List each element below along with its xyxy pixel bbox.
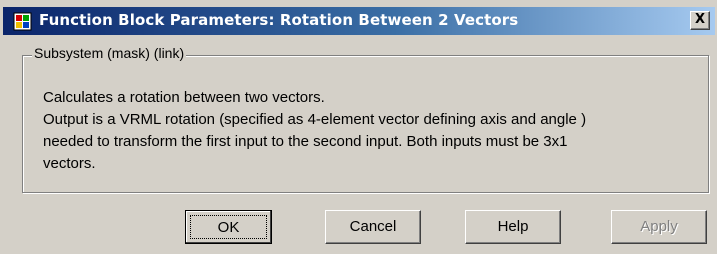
cancel-button[interactable]: Cancel [325, 210, 421, 244]
simulink-block-icon [13, 12, 32, 31]
help-button[interactable]: Help [465, 210, 561, 244]
groupbox-legend: Subsystem (mask) (link) [32, 45, 187, 61]
apply-button[interactable]: Apply [611, 210, 707, 244]
description-line: Calculates a rotation between two vector… [43, 89, 325, 106]
description-line: Output is a VRML rotation (specified as … [43, 111, 587, 128]
window-title: Function Block Parameters: Rotation Betw… [39, 11, 519, 29]
block-description: Calculates a rotation between two vector… [43, 87, 703, 175]
close-button[interactable]: X [690, 11, 710, 30]
description-line: needed to transform the first input to t… [43, 133, 568, 150]
close-icon: X [694, 12, 706, 27]
title-bar[interactable]: Function Block Parameters: Rotation Betw… [3, 7, 715, 35]
ok-button-label: OK [190, 215, 267, 239]
ok-button[interactable]: OK [185, 210, 272, 244]
dialog-window: Function Block Parameters: Rotation Betw… [0, 0, 717, 254]
description-line: vectors. [43, 155, 96, 172]
